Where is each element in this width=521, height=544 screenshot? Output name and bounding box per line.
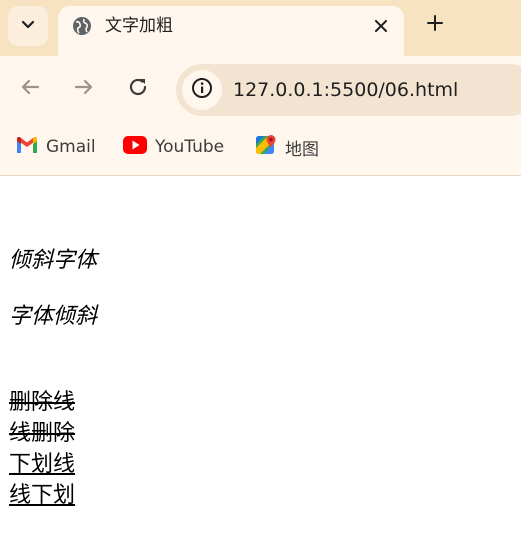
youtube-icon [123, 136, 147, 158]
arrow-right-icon [73, 76, 95, 102]
back-button[interactable] [15, 74, 45, 104]
tab-search-button[interactable] [8, 6, 48, 46]
bookmark-youtube[interactable]: YouTube [123, 135, 224, 159]
url-text[interactable]: 127.0.0.1:5500/06.html [233, 77, 458, 103]
underline-text-1: 下划线 [9, 452, 76, 477]
plus-icon [426, 14, 444, 36]
bookmark-maps[interactable]: 地图 [255, 134, 319, 160]
browser-window: 文字加粗 127.0.0.1:5500/06.html Gmail YouTub… [0, 0, 521, 544]
page-content: 倾斜字体 字体倾斜 删除线 线删除 下划线 线下划 [0, 177, 521, 544]
maps-icon [255, 134, 277, 160]
reload-button[interactable] [123, 74, 153, 104]
forward-button[interactable] [69, 74, 99, 104]
strikethrough-text-1: 删除线 [9, 390, 76, 415]
info-icon [191, 77, 213, 103]
bookmark-gmail[interactable]: Gmail [16, 135, 96, 159]
bookmark-label: Gmail [46, 137, 96, 157]
bookmark-label: YouTube [155, 137, 225, 157]
italic-text-2: 字体倾斜 [9, 304, 98, 329]
bookmark-label: 地图 [285, 139, 319, 160]
bookmarks-bar: Gmail YouTube 地图 [0, 126, 521, 176]
chevron-down-icon [20, 16, 36, 36]
strikethrough-text-2: 线删除 [9, 421, 76, 446]
tab-title: 文字加粗 [105, 16, 173, 36]
italic-text-1: 倾斜字体 [9, 248, 98, 273]
new-tab-button[interactable] [422, 12, 448, 38]
close-icon[interactable] [370, 15, 392, 37]
tab-active[interactable]: 文字加粗 [58, 6, 404, 56]
toolbar: 127.0.0.1:5500/06.html [0, 56, 521, 126]
reload-icon [127, 76, 149, 102]
gmail-icon [16, 136, 38, 158]
arrow-left-icon [19, 76, 41, 102]
underline-text-2: 线下划 [9, 483, 76, 508]
address-bar[interactable]: 127.0.0.1:5500/06.html [176, 64, 521, 116]
site-info-button[interactable] [182, 70, 222, 110]
tab-strip: 文字加粗 [0, 0, 521, 56]
globe-icon [72, 16, 92, 36]
